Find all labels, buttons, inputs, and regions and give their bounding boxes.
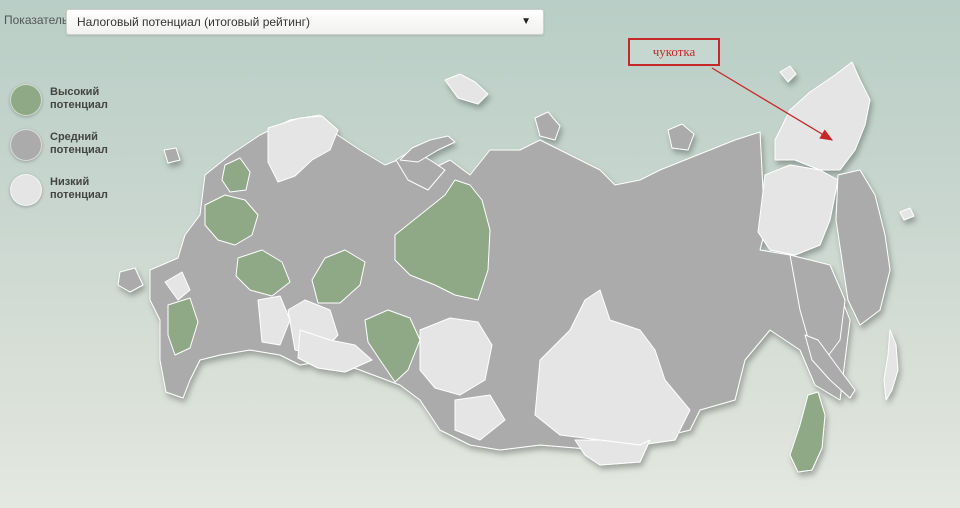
russia-regions-map	[117, 61, 915, 473]
chukotka-callout-text: чукотка	[652, 44, 696, 59]
region-magadan[interactable]	[757, 164, 839, 256]
region-kurils[interactable]	[883, 329, 899, 401]
region-kaliningrad[interactable]	[163, 147, 181, 164]
region-franz-josef[interactable]	[444, 73, 489, 105]
chukotka-callout: чукотка	[628, 38, 720, 66]
region-commander-isl[interactable]	[899, 207, 915, 221]
region-severnaya-zemlya[interactable]	[534, 111, 561, 141]
region-wrangel[interactable]	[779, 65, 797, 83]
region-sakhalin[interactable]	[789, 391, 826, 473]
region-crimea[interactable]	[117, 267, 144, 293]
region-new-siberian-isl[interactable]	[667, 123, 695, 151]
